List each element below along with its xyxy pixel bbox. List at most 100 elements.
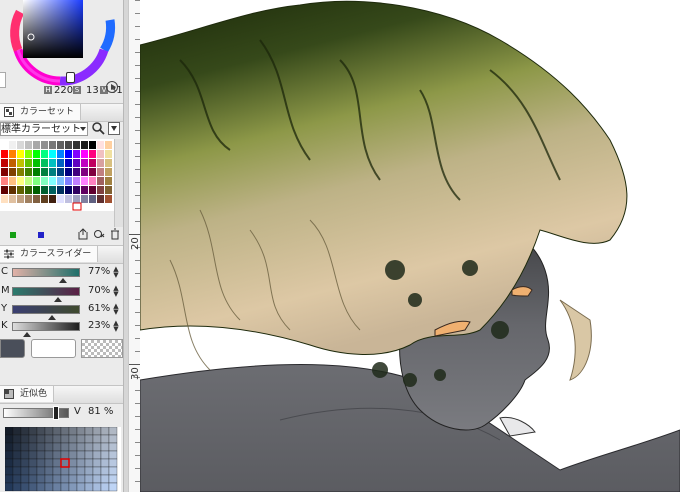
palette-swatch[interactable] xyxy=(65,168,72,176)
palette-swatch[interactable] xyxy=(89,141,96,149)
palette-swatch[interactable] xyxy=(57,177,64,185)
approx-swatch[interactable] xyxy=(4,482,14,492)
palette-swatch[interactable] xyxy=(25,186,32,194)
palette-swatch[interactable] xyxy=(73,159,80,167)
approx-swatch[interactable] xyxy=(44,466,54,476)
palette-swatch[interactable] xyxy=(9,141,16,149)
palette-swatch[interactable] xyxy=(105,150,112,158)
approx-swatch[interactable] xyxy=(4,426,14,436)
palette-swatch[interactable] xyxy=(1,195,8,203)
palette-swatch[interactable] xyxy=(17,159,24,167)
approx-swatch[interactable] xyxy=(92,426,102,436)
palette-swatch[interactable] xyxy=(41,177,48,185)
palette-swatch[interactable] xyxy=(33,195,40,203)
palette-swatch[interactable] xyxy=(1,186,8,194)
approx-swatch[interactable] xyxy=(100,474,110,484)
approx-swatch[interactable] xyxy=(76,442,86,452)
approx-swatch[interactable] xyxy=(76,434,86,444)
palette-swatch[interactable] xyxy=(57,141,64,149)
palette-swatch[interactable] xyxy=(25,168,32,176)
approx-swatch[interactable] xyxy=(92,434,102,444)
palette-swatch[interactable] xyxy=(49,159,56,167)
approx-swatch[interactable] xyxy=(20,458,30,468)
approx-swatch[interactable] xyxy=(28,458,38,468)
approx-swatch[interactable] xyxy=(60,474,70,484)
approx-swatch[interactable] xyxy=(84,474,94,484)
palette-swatch[interactable] xyxy=(17,186,24,194)
palette-swatch[interactable] xyxy=(65,186,72,194)
approx-swatch[interactable] xyxy=(100,426,110,436)
palette-swatch[interactable] xyxy=(81,159,88,167)
approx-swatch[interactable] xyxy=(12,482,22,492)
approx-swatch[interactable] xyxy=(60,458,70,468)
palette-swatch[interactable] xyxy=(81,186,88,194)
palette-swatch[interactable] xyxy=(57,150,64,158)
palette-swatch[interactable] xyxy=(41,159,48,167)
slider-spinner[interactable]: ▲ ▼ xyxy=(111,285,121,298)
approx-swatch[interactable] xyxy=(12,458,22,468)
main-color-swatch[interactable] xyxy=(0,339,25,358)
approx-swatch[interactable] xyxy=(84,482,94,492)
approx-swatch[interactable] xyxy=(20,434,30,444)
palette-swatch[interactable] xyxy=(65,150,72,158)
palette-swatch[interactable] xyxy=(33,168,40,176)
palette-swatch[interactable] xyxy=(17,177,24,185)
slider-row[interactable]: K 23% ▲ ▼ xyxy=(0,320,123,338)
approx-swatch[interactable] xyxy=(76,474,86,484)
approx-swatch[interactable] xyxy=(60,442,70,452)
palette-swatch[interactable] xyxy=(105,177,112,185)
palette-swatch[interactable] xyxy=(1,141,8,149)
palette-swatch[interactable] xyxy=(97,186,104,194)
approx-swatch[interactable] xyxy=(68,474,78,484)
approx-swatch[interactable] xyxy=(52,450,62,460)
slider-spinner[interactable]: ▲ ▼ xyxy=(111,266,121,279)
approx-swatch[interactable] xyxy=(92,450,102,460)
palette-swatch[interactable] xyxy=(33,177,40,185)
approx-swatch[interactable] xyxy=(100,482,110,492)
palette-swatch[interactable] xyxy=(65,159,72,167)
palette-swatch[interactable] xyxy=(33,141,40,149)
approx-v-row[interactable]: V 81 % xyxy=(0,405,123,420)
palette-swatch[interactable] xyxy=(49,168,56,176)
palette-swatch[interactable] xyxy=(97,195,104,203)
color-set-scrollbar[interactable] xyxy=(114,139,123,227)
approx-swatch[interactable] xyxy=(60,482,70,492)
approx-swatch[interactable] xyxy=(76,450,86,460)
color-set-dropdown[interactable]: 標準カラーセット xyxy=(0,122,88,136)
color-set-grid[interactable] xyxy=(0,139,114,211)
artwork-illustration[interactable] xyxy=(140,0,680,492)
approx-swatch[interactable] xyxy=(28,450,38,460)
approx-swatch[interactable] xyxy=(68,450,78,460)
approx-swatch[interactable] xyxy=(108,426,118,436)
palette-swatch[interactable] xyxy=(25,177,32,185)
approx-swatch[interactable] xyxy=(100,466,110,476)
tab-approx-color[interactable]: 近似色 xyxy=(0,386,55,402)
approx-swatch[interactable] xyxy=(108,434,118,444)
drawing-canvas[interactable] xyxy=(140,0,680,492)
approx-swatch[interactable] xyxy=(100,450,110,460)
palette-swatch[interactable] xyxy=(105,195,112,203)
palette-swatches[interactable] xyxy=(0,139,114,211)
approx-swatch[interactable] xyxy=(4,466,14,476)
approx-swatch[interactable] xyxy=(28,442,38,452)
approx-swatch[interactable] xyxy=(68,442,78,452)
approx-swatch[interactable] xyxy=(36,450,46,460)
approx-swatch[interactable] xyxy=(60,426,70,436)
palette-swatch[interactable] xyxy=(1,150,8,158)
add-color-icon[interactable] xyxy=(77,228,89,240)
palette-swatch[interactable] xyxy=(25,141,32,149)
palette-swatch[interactable] xyxy=(9,186,16,194)
palette-swatch[interactable] xyxy=(33,186,40,194)
tab-color-set[interactable]: カラーセット xyxy=(0,104,82,120)
tab-color-slider[interactable]: カラースライダー xyxy=(0,246,99,262)
approx-swatch[interactable] xyxy=(84,466,94,476)
approx-swatch[interactable] xyxy=(92,474,102,484)
palette-swatch[interactable] xyxy=(89,177,96,185)
approx-swatch[interactable] xyxy=(92,458,102,468)
approx-swatch[interactable] xyxy=(20,450,30,460)
approx-color-grid[interactable] xyxy=(4,426,121,492)
palette-swatch[interactable] xyxy=(97,150,104,158)
approx-swatch[interactable] xyxy=(52,458,62,468)
slider-track[interactable] xyxy=(12,287,80,296)
import-color-button[interactable] xyxy=(108,122,120,135)
